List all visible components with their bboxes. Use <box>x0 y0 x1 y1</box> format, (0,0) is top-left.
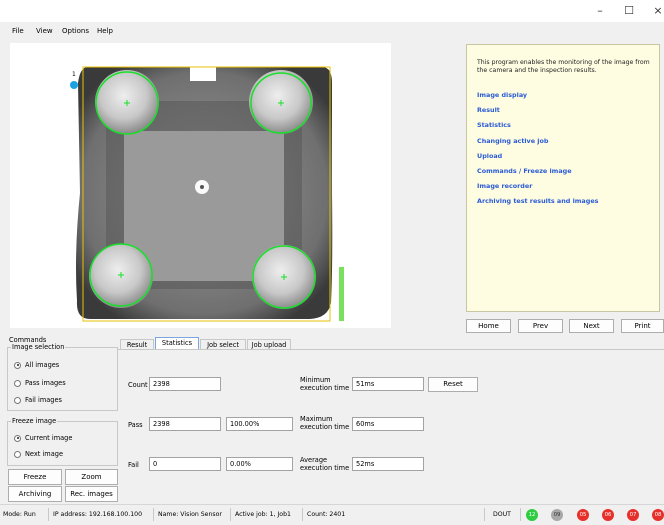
minimize-icon[interactable]: – <box>590 4 610 18</box>
status-ip: IP address: 192.168.100.100 <box>53 511 143 518</box>
camera-image-panel[interactable]: 1 <box>10 43 391 328</box>
next-button[interactable]: Next <box>569 319 614 333</box>
radio-icon <box>14 396 21 404</box>
image-selection-title: Image selection <box>11 343 66 351</box>
close-icon[interactable]: × <box>648 4 664 18</box>
pass-label: Pass <box>128 421 143 429</box>
min-exec-label: Minimum execution time <box>300 376 350 392</box>
help-panel: This program enables the monitoring of t… <box>466 44 660 312</box>
min-exec-field: 51ms <box>352 377 424 391</box>
roi-handle-icon[interactable] <box>70 81 78 89</box>
dout-led-12: 12 <box>526 509 538 521</box>
fail-field: 0 <box>149 457 221 471</box>
pass-field: 2398 <box>149 417 221 431</box>
menu-options[interactable]: Options <box>62 27 89 35</box>
rec-images-button[interactable]: Rec. images <box>65 486 118 502</box>
status-count: Count: 2401 <box>307 511 346 518</box>
home-button[interactable]: Home <box>466 319 511 333</box>
max-exec-field: 60ms <box>352 417 424 431</box>
image-selection-group: Image selection All images Pass images F… <box>7 343 118 411</box>
archiving-button[interactable]: Archiving <box>8 486 62 502</box>
max-exec-label: Maximum execution time <box>300 415 350 431</box>
avg-exec-label: Average execution time <box>300 456 350 472</box>
radio-fail-images[interactable]: Fail images <box>14 396 62 404</box>
camera-image: 1 <box>70 66 344 322</box>
result-bar <box>339 267 344 321</box>
dout-led-06: 06 <box>602 509 614 521</box>
print-button[interactable]: Print <box>621 319 664 333</box>
menu-view[interactable]: View <box>36 27 53 35</box>
radio-selected-icon <box>14 361 21 369</box>
reset-button[interactable]: Reset <box>428 377 478 392</box>
radio-selected-icon <box>14 434 21 442</box>
avg-exec-field: 52ms <box>352 457 424 471</box>
help-link-image-recorder[interactable]: Image recorder <box>477 182 532 190</box>
menu-file[interactable]: File <box>12 27 24 35</box>
prev-button[interactable]: Prev <box>518 319 563 333</box>
zoom-button[interactable]: Zoom <box>65 469 118 485</box>
radio-icon <box>14 450 21 458</box>
menu-bar: File View Options Help <box>0 24 664 38</box>
dout-led-07: 07 <box>627 509 639 521</box>
status-mode: Mode: Run <box>3 511 36 518</box>
status-job: Active job: 1, Job1 <box>235 511 291 518</box>
fail-percent-field: 0.00% <box>226 457 293 471</box>
status-dout: DOUT <box>493 511 511 518</box>
freeze-image-group: Freeze image Current image Next image <box>7 417 118 466</box>
roi-number: 1 <box>72 71 76 78</box>
status-name: Name: Vision Sensor <box>158 511 222 518</box>
help-link-commands-freeze[interactable]: Commands / Freeze image <box>477 167 572 175</box>
title-bar: – ☐ × <box>0 0 664 22</box>
radio-pass-images[interactable]: Pass images <box>14 379 66 387</box>
help-intro: This program enables the monitoring of t… <box>477 59 650 74</box>
help-link-statistics[interactable]: Statistics <box>477 121 511 129</box>
dout-led-08: 08 <box>652 509 664 521</box>
freeze-image-title: Freeze image <box>11 417 58 425</box>
dout-led-09: 09 <box>551 509 563 521</box>
help-link-image-display[interactable]: Image display <box>477 91 527 99</box>
part-notch <box>190 67 216 81</box>
radio-all-images[interactable]: All images <box>14 361 59 369</box>
help-link-archiving[interactable]: Archiving test results and images <box>477 197 598 205</box>
help-link-changing-active-job[interactable]: Changing active job <box>477 137 548 145</box>
pass-percent-field: 100.00% <box>226 417 293 431</box>
count-field: 2398 <box>149 377 221 391</box>
freeze-button[interactable]: Freeze <box>8 469 62 485</box>
status-bar: Mode: Run IP address: 192.168.100.100 Na… <box>0 504 664 525</box>
help-link-result[interactable]: Result <box>477 106 500 114</box>
menu-help[interactable]: Help <box>97 27 113 35</box>
help-link-upload[interactable]: Upload <box>477 152 502 160</box>
radio-icon <box>14 379 21 387</box>
dout-led-05: 05 <box>577 509 589 521</box>
count-label: Count <box>128 381 148 389</box>
fail-label: Fail <box>128 461 139 469</box>
radio-next-image[interactable]: Next image <box>14 450 63 458</box>
radio-current-image[interactable]: Current image <box>14 434 72 442</box>
maximize-icon[interactable]: ☐ <box>619 4 639 18</box>
